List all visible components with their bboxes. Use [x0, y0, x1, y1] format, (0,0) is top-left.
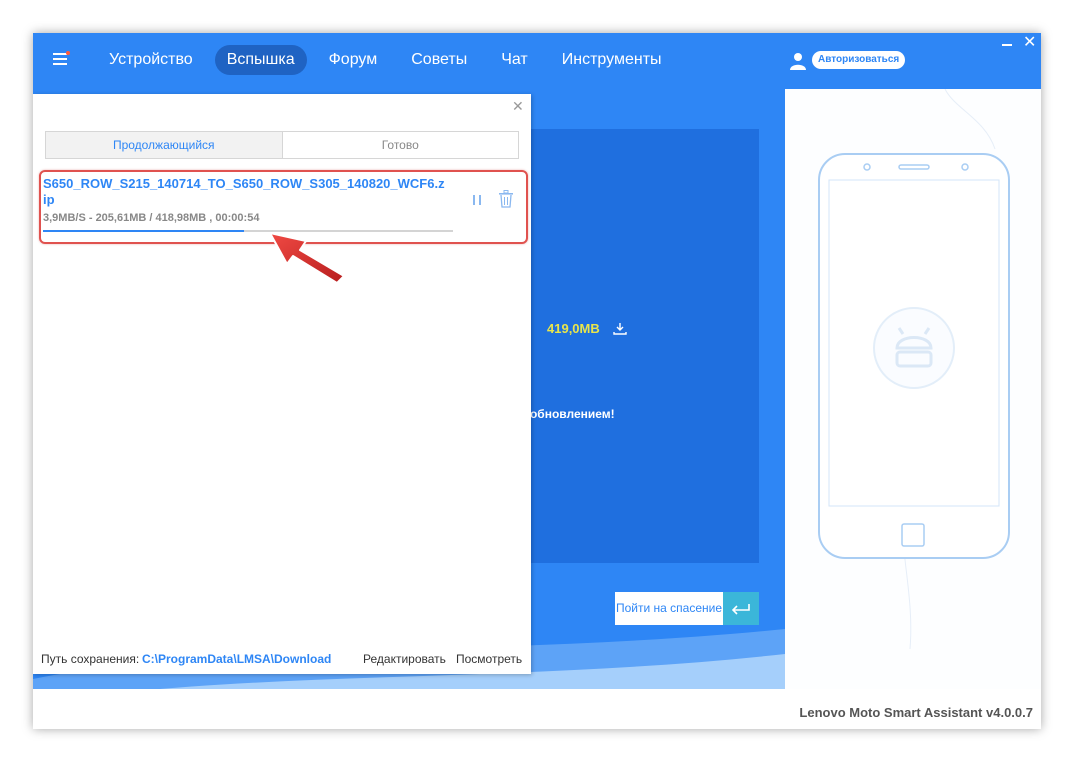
download-list-item: S650_ROW_S215_140714_TO_S650_ROW_S305_14… [39, 170, 528, 244]
download-tabs: Продолжающийся Готово [45, 131, 519, 159]
view-folder-link[interactable]: Посмотреть [456, 652, 522, 666]
tab-done[interactable]: Готово [283, 132, 519, 158]
trash-icon[interactable] [499, 190, 513, 208]
nav-item-flash[interactable]: Вспышка [214, 45, 307, 75]
download-file-name: S650_ROW_S215_140714_TO_S650_ROW_S305_14… [43, 176, 445, 207]
nav-item-tips[interactable]: Советы [399, 45, 479, 75]
return-arrow-icon [723, 592, 759, 625]
rescue-button-label: Пойти на спасение [615, 592, 723, 625]
rescue-button[interactable]: Пойти на спасение [615, 592, 759, 625]
rom-card [493, 129, 759, 563]
app-version: Lenovo Moto Smart Assistant v4.0.0.7 [799, 705, 1033, 720]
tab-in-progress[interactable]: Продолжающийся [46, 132, 283, 158]
edit-path-link[interactable]: Редактировать [363, 652, 446, 666]
user-icon[interactable] [790, 52, 806, 70]
save-path-label: Путь сохранения: [41, 652, 140, 666]
menu-icon[interactable] [53, 51, 70, 65]
top-nav-bar: Устройство Вспышка Форум Советы Чат Инст… [33, 33, 1041, 89]
phone-illustration [818, 153, 1010, 559]
pause-icon[interactable] [471, 194, 483, 206]
update-notice: д обновлением! [519, 407, 615, 421]
close-window-icon[interactable]: ✕ [1023, 35, 1036, 51]
panel-close-icon[interactable]: ✕ [512, 98, 524, 115]
nav-item-forum[interactable]: Форум [317, 45, 390, 75]
login-button[interactable]: Авторизоваться [812, 51, 906, 69]
download-progress-fill [43, 230, 244, 232]
nav-item-tools[interactable]: Инструменты [550, 45, 674, 75]
minimize-icon[interactable] [1001, 37, 1013, 49]
download-manager-panel: ✕ Продолжающийся Готово S650_ROW_S215_14… [33, 94, 531, 674]
rom-size: 419,0MB [547, 321, 600, 336]
nav-item-chat[interactable]: Чат [489, 45, 540, 75]
main-nav: Устройство Вспышка Форум Советы Чат Инст… [97, 45, 684, 75]
save-path-value[interactable]: C:\ProgramData\LMSA\Download [142, 652, 331, 666]
download-progress-bar [43, 230, 453, 232]
app-window: Устройство Вспышка Форум Советы Чат Инст… [33, 33, 1041, 729]
download-stats: 3,9MB/S - 205,61MB / 418,98MB , 00:00:54 [43, 212, 260, 224]
nav-item-device[interactable]: Устройство [97, 45, 205, 75]
download-icon[interactable] [613, 322, 627, 336]
